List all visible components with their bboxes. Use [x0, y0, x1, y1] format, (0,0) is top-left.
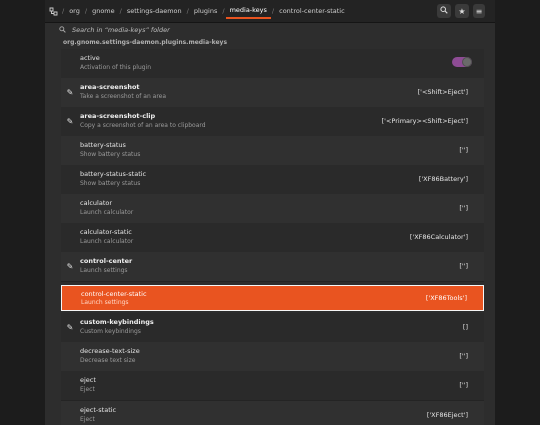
key-description: Show battery status	[80, 151, 141, 158]
key-row-active[interactable]: active Activation of this plugin	[61, 49, 484, 79]
key-value: ['']	[459, 381, 468, 389]
key-description: Take a screenshot of an area	[80, 93, 167, 100]
pencil-icon: ✎	[66, 87, 74, 97]
key-description: Custom keybindings	[80, 328, 141, 335]
key-description: Copy a screenshot of an area to clipboar…	[80, 122, 206, 129]
breadcrumb-media-keys[interactable]: media-keys	[225, 3, 271, 19]
key-value: ['']	[459, 204, 468, 212]
key-name: active	[80, 54, 100, 62]
key-name: eject	[80, 376, 96, 384]
key-name: calculator	[80, 199, 113, 207]
key-name: decrease-text-size	[80, 347, 140, 355]
key-value: ['XF86Tools']	[425, 294, 467, 302]
key-description: Eject	[80, 416, 95, 423]
search-icon	[59, 25, 66, 35]
dconf-editor-window: / org / gnome / settings-daemon / plugin…	[45, 0, 495, 425]
key-value: ['<Shift>Eject']	[417, 88, 468, 96]
key-value: ['']	[459, 262, 468, 270]
key-description: Decrease text size	[80, 357, 136, 364]
key-value: ['XF86Eject']	[426, 411, 468, 419]
key-row-eject-static[interactable]: eject-static Eject ['XF86Eject']	[61, 401, 484, 425]
key-row-area-screenshot-clip[interactable]: ✎ area-screenshot-clip Copy a screenshot…	[61, 107, 484, 137]
key-description: Show battery status	[80, 180, 141, 187]
star-icon: ★	[458, 6, 466, 16]
key-value: ['XF86Calculator']	[409, 233, 468, 241]
pencil-icon: ✎	[66, 322, 74, 332]
key-description: Launch settings	[81, 299, 129, 306]
pencil-icon: ✎	[66, 116, 74, 126]
key-description: Eject	[80, 386, 95, 393]
search-icon	[440, 6, 448, 16]
key-row-calculator[interactable]: calculator Launch calculator ['']	[61, 194, 484, 224]
breadcrumb: / org / gnome / settings-daemon / plugin…	[47, 3, 349, 19]
key-description: Activation of this plugin	[80, 64, 152, 71]
key-row-control-center[interactable]: ✎ control-center Launch settings ['']	[61, 252, 484, 282]
switch-knob	[462, 57, 472, 67]
key-description: Launch settings	[80, 267, 128, 274]
key-name: battery-status-static	[80, 170, 147, 178]
key-row-calculator-static[interactable]: calculator-static Launch calculator ['XF…	[61, 223, 484, 253]
key-name: area-screenshot-clip	[80, 112, 156, 120]
breadcrumb-control-center-static[interactable]: control-center-static	[275, 3, 349, 19]
key-row-battery-status-static[interactable]: battery-status-static Show battery statu…	[61, 165, 484, 195]
active-switch[interactable]	[452, 57, 472, 67]
key-name: eject-static	[80, 406, 117, 414]
key-value: ['']	[459, 146, 468, 154]
header-bar: / org / gnome / settings-daemon / plugin…	[45, 0, 495, 23]
breadcrumb-gnome[interactable]: gnome	[88, 3, 119, 19]
schema-id-label: org.gnome.settings-daemon.plugins.media-…	[63, 39, 228, 46]
key-value: ['<Primary><Shift>Eject']	[381, 117, 468, 125]
key-row-control-center-static[interactable]: control-center-static Launch settings ['…	[61, 285, 484, 311]
key-name: custom-keybindings	[80, 318, 154, 326]
key-name: battery-status	[80, 141, 126, 149]
key-value: ['XF86Battery']	[418, 175, 468, 183]
key-name: area-screenshot	[80, 83, 140, 91]
bookmark-button[interactable]: ★	[455, 4, 469, 18]
breadcrumb-org[interactable]: org	[65, 3, 84, 19]
key-name: control-center-static	[81, 290, 147, 298]
breadcrumb-plugins[interactable]: plugins	[190, 3, 222, 19]
key-row-eject[interactable]: eject Eject ['']	[61, 371, 484, 401]
folder-tree-icon[interactable]	[47, 5, 60, 18]
search-button[interactable]	[437, 4, 451, 18]
search-bar[interactable]: Search in “media-keys” folder	[45, 23, 495, 37]
hamburger-menu-icon: ≡	[475, 6, 483, 16]
breadcrumb-settings-daemon[interactable]: settings-daemon	[123, 3, 186, 19]
key-value: ['']	[459, 352, 468, 360]
key-row-decrease-text-size[interactable]: decrease-text-size Decrease text size ['…	[61, 342, 484, 372]
pencil-icon: ✎	[66, 261, 74, 271]
key-description: Launch calculator	[80, 238, 134, 245]
key-description: Launch calculator	[80, 209, 134, 216]
key-row-custom-keybindings[interactable]: ✎ custom-keybindings Custom keybindings …	[61, 313, 484, 343]
key-row-area-screenshot[interactable]: ✎ area-screenshot Take a screenshot of a…	[61, 78, 484, 108]
menu-button[interactable]: ≡	[473, 4, 485, 18]
key-name: control-center	[80, 257, 133, 265]
key-value: []	[462, 323, 468, 331]
search-placeholder[interactable]: Search in “media-keys” folder	[72, 26, 170, 34]
key-row-battery-status[interactable]: battery-status Show battery status ['']	[61, 136, 484, 166]
key-name: calculator-static	[80, 228, 132, 236]
